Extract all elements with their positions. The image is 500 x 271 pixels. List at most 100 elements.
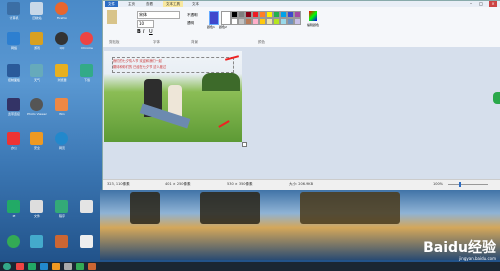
taskbar-app[interactable] — [64, 263, 72, 270]
taskbar-app[interactable] — [88, 263, 96, 270]
palette-swatch[interactable] — [273, 18, 280, 25]
watermark-url: jingyan.baidu.com — [459, 256, 496, 261]
palette-swatch[interactable] — [252, 18, 259, 25]
palette-swatch[interactable] — [231, 11, 238, 18]
game-icon[interactable] — [30, 32, 43, 45]
photo-viewer-icon[interactable] — [30, 98, 43, 111]
icon-label: Photo Viewer — [27, 112, 47, 116]
watermark-logo: Baidu经验 — [423, 240, 496, 256]
status-bar: 323, 110像素 401 × 250像素 530 × 350像素 大小: 2… — [103, 179, 500, 190]
icon-label: 程序 — [58, 214, 65, 218]
broadband-icon[interactable] — [7, 98, 20, 111]
app-icon[interactable] — [55, 235, 68, 248]
palette-swatch[interactable] — [266, 11, 273, 18]
icon-label: 下载 — [83, 78, 90, 82]
firefox-icon[interactable] — [55, 2, 68, 15]
paste-icon[interactable] — [107, 10, 117, 24]
computer-icon[interactable] — [7, 2, 20, 15]
office-icon[interactable] — [7, 132, 20, 145]
canvas-area[interactable]: 我们的七夕情人节 欢迎和我们一起 期待和你们的 已经在七夕节 这么度过 — [103, 47, 500, 179]
edit-colors-label[interactable]: 编辑颜色 — [307, 23, 319, 27]
group-label-colors: 颜色 — [258, 40, 265, 44]
palette-swatch[interactable] — [287, 18, 294, 25]
palette-swatch[interactable] — [245, 11, 252, 18]
folder-icon[interactable] — [80, 200, 93, 213]
underline-button[interactable]: U — [149, 29, 153, 35]
canvas-resize-handle[interactable] — [242, 142, 247, 147]
rock-formation — [130, 192, 160, 224]
icon-label: 天气 — [33, 78, 40, 82]
start-button[interactable] — [3, 263, 11, 270]
taskbar-app[interactable] — [76, 263, 84, 270]
palette-swatch[interactable] — [266, 18, 273, 25]
ie-icon[interactable] — [7, 200, 20, 213]
palette-swatch[interactable] — [259, 18, 266, 25]
italic-button[interactable]: I — [143, 29, 144, 35]
palette-swatch[interactable] — [287, 11, 294, 18]
selection-size: 401 × 250像素 — [165, 182, 191, 186]
font-size-dropdown[interactable]: 10 — [137, 20, 154, 28]
side-arrow-button[interactable] — [493, 92, 500, 104]
control-panel-icon[interactable] — [7, 64, 20, 77]
group-label-background: 背景 — [191, 40, 198, 44]
zoom-slider[interactable] — [448, 184, 488, 185]
taskbar-app[interactable] — [52, 263, 60, 270]
palette-swatch[interactable] — [238, 18, 245, 25]
bold-button[interactable]: B — [137, 29, 141, 35]
palette-swatch[interactable] — [245, 18, 252, 25]
windows-icon[interactable] — [55, 98, 68, 111]
palette-swatch[interactable] — [280, 18, 287, 25]
program-icon[interactable] — [55, 200, 68, 213]
transparent-option[interactable]: 透明 — [187, 21, 194, 26]
palette-swatch[interactable] — [259, 11, 266, 18]
color2-selector[interactable] — [221, 11, 231, 25]
app-icon[interactable] — [30, 235, 43, 248]
palette-swatch[interactable] — [294, 18, 301, 25]
icon-label: 安全 — [33, 146, 40, 150]
icon-label: 浏览器 — [57, 78, 67, 82]
font-name-dropdown[interactable]: 宋体 — [137, 11, 180, 19]
security-icon[interactable] — [30, 132, 43, 145]
palette-swatch[interactable] — [294, 11, 301, 18]
taskbar-app[interactable] — [28, 263, 36, 270]
palette-swatch[interactable] — [238, 11, 245, 18]
cursor-position: 323, 110像素 — [107, 182, 130, 186]
palette-swatch[interactable] — [252, 11, 259, 18]
web-icon[interactable] — [55, 132, 68, 145]
app-icon[interactable] — [7, 235, 20, 248]
zoom-slider-thumb[interactable] — [459, 182, 461, 187]
icon-label: Chrome — [81, 46, 93, 50]
icon-label: Win — [59, 112, 65, 116]
taskbar-app[interactable] — [40, 263, 48, 270]
group-label-font: 字体 — [153, 40, 160, 44]
couple-photo[interactable]: 我们的七夕情人节 欢迎和我们一起 期待和你们的 已经在七夕节 这么度过 — [104, 51, 242, 142]
browser-icon[interactable] — [55, 64, 68, 77]
icon-label: 回收站 — [32, 16, 42, 20]
taskbar — [0, 262, 500, 271]
palette-swatch[interactable] — [280, 11, 287, 18]
app-icon[interactable] — [80, 235, 93, 248]
color2-label: 颜色2 — [219, 25, 227, 29]
zoom-level: 100% — [433, 182, 444, 186]
canvas-size: 530 × 350像素 — [227, 182, 253, 186]
recycle-bin-icon[interactable] — [30, 2, 43, 15]
rock-formation — [300, 192, 400, 224]
weather-icon[interactable] — [30, 64, 43, 77]
edit-colors-button[interactable] — [309, 11, 317, 21]
taskbar-app[interactable] — [16, 263, 24, 270]
palette-swatch[interactable] — [273, 11, 280, 18]
palette-swatch[interactable] — [231, 18, 238, 25]
icon-label: 文件 — [33, 214, 40, 218]
color1-selector[interactable] — [209, 11, 219, 25]
network-icon[interactable] — [7, 32, 20, 45]
chrome-icon[interactable] — [80, 32, 93, 45]
opaque-option[interactable]: 不透明 — [187, 13, 198, 18]
tree-cluster — [202, 73, 240, 91]
qq-icon[interactable] — [55, 32, 68, 45]
icon-label: Firefox — [57, 16, 67, 20]
icon-label: QQ — [59, 46, 65, 50]
color-palette — [231, 11, 303, 27]
file-icon[interactable] — [30, 200, 43, 213]
download-icon[interactable] — [80, 64, 93, 77]
photo-caption-line2: 期待和你们的 已经在七夕节 这么度过 — [113, 65, 167, 69]
